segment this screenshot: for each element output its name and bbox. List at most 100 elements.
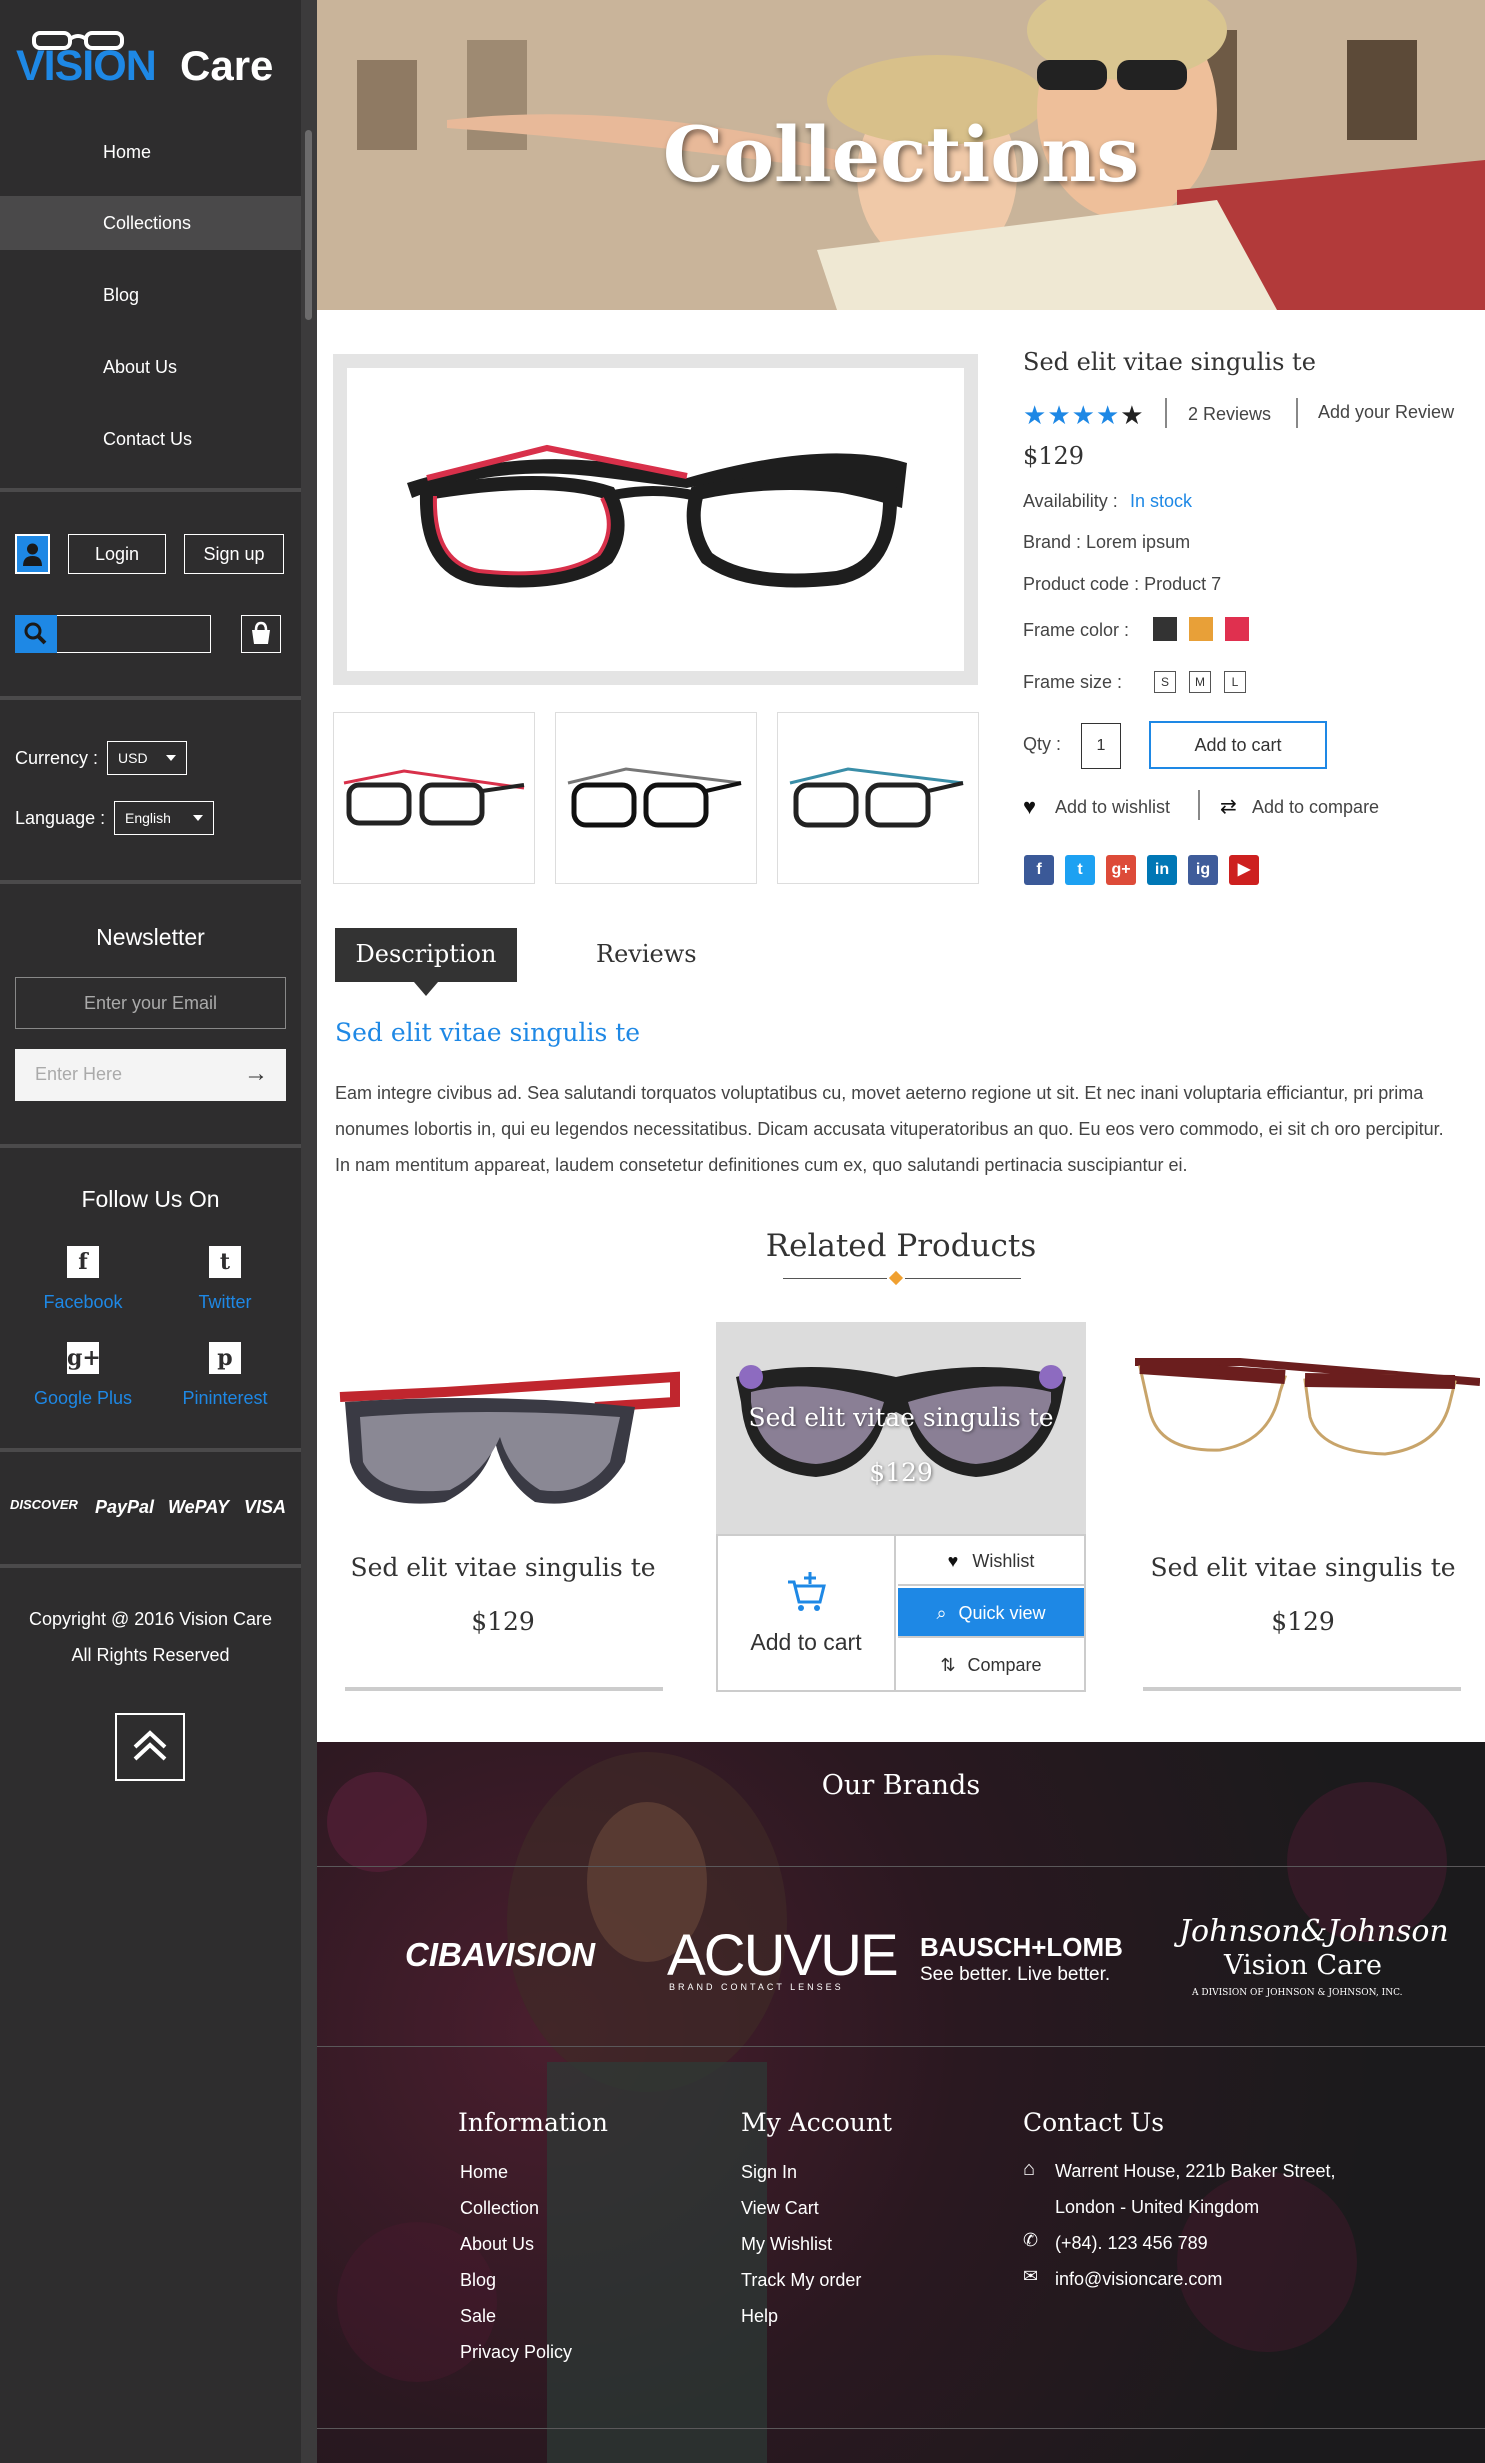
footer-link-track-order[interactable]: Track My order [741,2270,861,2291]
size-option-s[interactable]: S [1154,671,1176,693]
sidebar-divider [0,696,301,700]
sidebar: VISION Care Home Collections Blog About … [0,0,317,2463]
social-twitter[interactable]: t Twitter [160,1246,290,1313]
tab-pointer [414,982,438,996]
add-to-compare-link[interactable]: ⇄ Add to compare [1220,794,1400,822]
currency-label: Currency : [15,748,99,768]
chevron-down-icon [166,755,176,761]
footer: Our Brands CIBAVISION ACUVUE BRAND CONTA… [317,1742,1485,2463]
google-plus-icon[interactable]: g+ [1106,855,1136,885]
sidebar-scrollbar[interactable] [301,0,317,2463]
footer-link-sign-in[interactable]: Sign In [741,2162,797,2183]
footer-link-home[interactable]: Home [460,2162,508,2183]
related-product-image[interactable] [335,1322,705,1534]
copyright-line-2: All Rights Reserved [71,1645,230,1665]
hover-compare-label: Compare [967,1655,1042,1675]
hover-add-to-cart-button[interactable]: Add to cart [718,1536,896,1690]
nav-collections[interactable]: Collections [0,196,301,250]
acuvue-logo[interactable]: ACUVUE [667,1922,899,1989]
contact-phone[interactable]: (+84). 123 456 789 [1055,2233,1208,2254]
footer-link-about-us[interactable]: About Us [460,2234,534,2255]
product-thumbnail[interactable] [555,712,757,884]
social-google-plus[interactable]: g+ Google Plus [18,1342,148,1409]
color-swatch-red[interactable] [1225,617,1249,641]
contact-email[interactable]: info@visioncare.com [1055,2269,1222,2290]
facebook-icon[interactable]: f [1024,855,1054,885]
footer-link-collection[interactable]: Collection [460,2198,539,2219]
nav-about-us[interactable]: About Us [0,340,301,394]
sidebar-scrollbar-thumb[interactable] [305,130,312,320]
twitter-icon[interactable]: t [1065,855,1095,885]
related-product-name[interactable]: Sed elit vitae singulis te [1118,1553,1485,1582]
shopping-bag-icon[interactable] [241,615,281,653]
related-product-price: $129 [1271,1607,1335,1636]
hover-compare-button[interactable]: ⇅ Compare [898,1640,1084,1690]
product-underline [1143,1687,1461,1691]
rating-stars[interactable]: ★★★★★ [1023,400,1145,431]
hover-wishlist-button[interactable]: ♥ Wishlist [898,1536,1084,1586]
color-swatch-black[interactable] [1153,617,1177,641]
hover-add-to-cart-label: Add to cart [750,1629,862,1655]
footer-link-my-wishlist[interactable]: My Wishlist [741,2234,832,2255]
currency-select[interactable]: USD [107,741,187,775]
johnson-johnson-logo[interactable]: Johnson&Johnson [1179,1914,1449,1949]
product-thumbnail[interactable] [333,712,535,884]
footer-link-privacy-policy[interactable]: Privacy Policy [460,2342,572,2363]
arrow-right-icon[interactable]: → [244,1049,268,1099]
star-icon: ★ [1071,400,1096,430]
product-code-text: Product code : Product 7 [1023,574,1222,594]
back-to-top-button[interactable] [115,1713,185,1781]
login-button[interactable]: Login [68,534,166,574]
hover-wishlist-label: Wishlist [972,1551,1035,1571]
glasses-image [407,444,907,588]
youtube-icon[interactable]: ▶ [1229,855,1259,885]
description-title: Sed elit vitae singulis te [335,1018,641,1047]
add-to-wishlist-label: Add to wishlist [1055,797,1171,817]
shuffle-icon: ⇄ [1220,796,1237,818]
logo-care-text: Care [180,42,274,89]
email-field[interactable]: Enter your Email [15,977,286,1029]
reviews-link[interactable]: 2 Reviews [1188,404,1271,425]
tab-description[interactable]: Description [335,928,517,996]
language-select[interactable]: English [114,801,214,835]
cibavision-logo[interactable]: CIBAVISION [405,1936,595,1974]
add-review-link[interactable]: Add your Review [1318,402,1454,423]
star-icon: ★ [1023,400,1048,430]
bausch-lomb-logo[interactable]: BAUSCH+LOMB [920,1932,1123,1963]
footer-link-view-cart[interactable]: View Cart [741,2198,819,2219]
footer-link-sale[interactable]: Sale [460,2306,496,2327]
glasses-red-thumbnail [343,769,525,826]
product-thumbnail[interactable] [777,712,979,884]
enter-here-field[interactable]: Enter Here → [15,1049,286,1101]
product-main-image[interactable] [333,354,978,685]
hover-quick-view-button[interactable]: ⌕ Quick view [898,1588,1084,1638]
footer-link-blog[interactable]: Blog [460,2270,496,2291]
wepay-logo: WePAY [168,1497,230,1517]
footer-link-help[interactable]: Help [741,2306,778,2327]
search-icon[interactable] [15,615,57,653]
site-logo[interactable]: VISION Care [16,30,286,90]
related-product-name[interactable]: Sed elit vitae singulis te [318,1553,688,1582]
linkedin-icon[interactable]: in [1147,855,1177,885]
nav-home[interactable]: Home [0,125,301,179]
related-product-price: $129 [869,1458,933,1487]
social-pinterest[interactable]: p Pininterest [160,1342,290,1409]
nav-contact-us[interactable]: Contact Us [0,412,301,466]
language-label: Language : [15,808,106,828]
color-swatch-orange[interactable] [1189,617,1213,641]
tab-reviews[interactable]: Reviews [596,940,697,968]
quantity-input[interactable]: 1 [1081,723,1121,769]
add-to-cart-button[interactable]: Add to cart [1149,721,1327,769]
divider [1198,790,1200,820]
instagram-icon[interactable]: ig [1188,855,1218,885]
add-to-wishlist-link[interactable]: ♥ Add to wishlist [1023,794,1193,822]
related-product-name[interactable]: Sed elit vitae singulis te [716,1403,1086,1432]
cart-add-icon [788,1572,826,1611]
size-option-l[interactable]: L [1224,671,1246,693]
user-icon[interactable] [15,534,50,574]
nav-blog[interactable]: Blog [0,268,301,322]
related-product-image[interactable] [1120,1322,1485,1534]
social-facebook[interactable]: f Facebook [18,1246,148,1313]
size-option-m[interactable]: M [1189,671,1211,693]
signup-button[interactable]: Sign up [184,534,284,574]
